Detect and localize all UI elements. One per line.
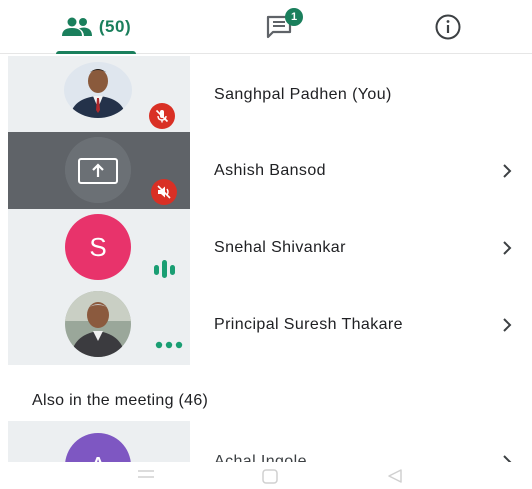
muted-mic-badge (149, 103, 175, 129)
system-navigation-bar (0, 462, 532, 489)
chevron-right-icon[interactable] (498, 286, 516, 363)
participant-tile (8, 286, 190, 365)
participant-row[interactable]: Ashish Bansod (0, 132, 532, 209)
avatar-letter: A (89, 451, 106, 463)
info-icon (435, 14, 461, 40)
participant-row[interactable]: A Achal Ingole (0, 421, 532, 462)
participant-name: Sanghpal Padhen (You) (214, 85, 392, 103)
participant-name: Snehal Shivankar (214, 238, 346, 256)
mic-off-icon (155, 109, 169, 123)
chevron-right-icon[interactable] (498, 435, 516, 462)
home-icon[interactable] (261, 468, 279, 484)
tab-info[interactable] (420, 0, 476, 54)
tab-people[interactable]: (50) (50, 0, 142, 54)
participant-tile (8, 56, 190, 133)
people-icon (61, 17, 92, 36)
participant-row-self[interactable]: Sanghpal Padhen (You) (0, 56, 532, 133)
menu-icon[interactable] (136, 468, 156, 482)
tab-chat[interactable]: 1 (250, 0, 310, 54)
participant-row[interactable]: S Snehal Shivankar (0, 209, 532, 286)
active-tab-indicator (56, 51, 136, 54)
more-options-icon (155, 341, 183, 349)
avatar-letter: S (89, 231, 107, 262)
muted-audio-badge (151, 179, 177, 205)
avatar (64, 62, 132, 118)
participant-tile (8, 132, 190, 209)
participant-name: Principal Suresh Thakare (214, 315, 403, 333)
participants-tab-bar: (50) 1 (0, 0, 532, 54)
participant-row[interactable]: Principal Suresh Thakare (0, 286, 532, 365)
participant-tile: A (8, 421, 190, 462)
section-header-also-in-meeting: Also in the meeting (46) (32, 392, 209, 409)
avatar: A (65, 433, 131, 462)
participant-name: Ashish Bansod (214, 161, 326, 179)
volume-off-icon (157, 185, 171, 199)
avatar (65, 291, 131, 357)
avatar: S (65, 214, 131, 280)
chat-unread-badge: 1 (285, 8, 303, 26)
participant-name: Achal Ingole (214, 453, 307, 462)
presenting-avatar (65, 137, 131, 203)
chevron-right-icon[interactable] (498, 209, 516, 286)
chevron-right-icon[interactable] (498, 132, 516, 209)
speaking-indicator-icon (154, 260, 175, 278)
back-icon[interactable] (386, 468, 404, 484)
people-count: (50) (98, 17, 132, 36)
participant-tile: S (8, 209, 190, 286)
